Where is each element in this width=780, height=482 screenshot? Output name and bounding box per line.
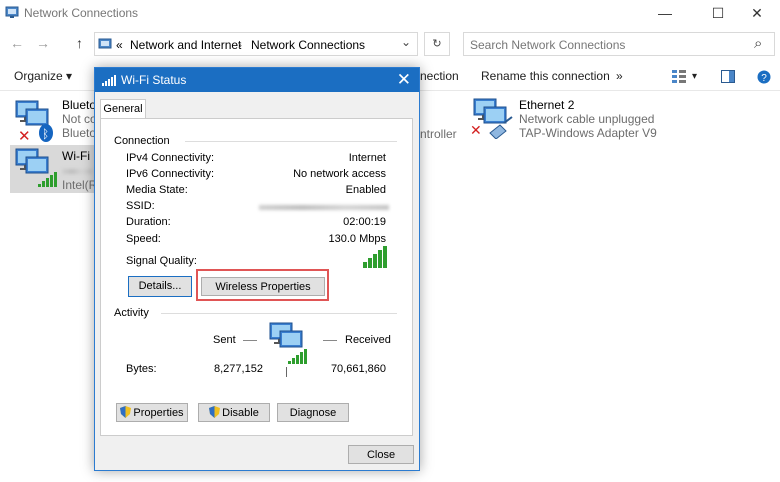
wifi-status-dialog: Wi-Fi Status ✕ General Connection IPv4 C… (94, 67, 420, 471)
bytes-received-value: 70,661,860 (330, 363, 386, 375)
minimize-button[interactable]: — (642, 0, 688, 26)
address-dropdown-icon[interactable]: ⌄ (401, 35, 411, 49)
close-window-button[interactable]: ✕ (734, 0, 780, 26)
preview-pane-icon[interactable] (721, 70, 735, 83)
ethernet-name: Ethernet 2 (519, 98, 575, 112)
address-row: ← → ↑ « Network and Internet › Network C… (0, 29, 780, 59)
ethernet-adapter-icon: ✕ (470, 98, 513, 139)
properties-button[interactable]: Properties (116, 403, 188, 422)
signal-icon (102, 75, 116, 86)
network-folder-icon (98, 38, 112, 49)
address-prefix[interactable]: « (116, 38, 123, 52)
partial-device-text: ntroller (420, 127, 457, 141)
search-placeholder: Search Network Connections (470, 38, 626, 52)
ipv4-label: IPv4 Connectivity: (126, 152, 215, 164)
address-bar[interactable]: « Network and Internet › Network Connect… (94, 32, 418, 56)
details-button[interactable]: Details... (128, 276, 192, 297)
bytes-label: Bytes: (126, 363, 157, 375)
view-dropdown-icon[interactable]: ▾ (692, 71, 697, 82)
connection-divider (185, 141, 397, 142)
svg-text:?: ? (761, 73, 767, 84)
dialog-close-icon[interactable]: ✕ (397, 70, 411, 90)
diagnose-button[interactable]: Diagnose (277, 403, 349, 422)
dialog-titlebar: Wi-Fi Status ✕ (95, 68, 419, 92)
view-options-icon[interactable] (672, 70, 686, 83)
properties-label: Properties (133, 407, 184, 419)
bytes-sent-value: 8,277,152 (214, 363, 263, 375)
refresh-button[interactable]: ↻ (424, 32, 450, 56)
rename-connection-button[interactable]: Rename this connection (481, 69, 610, 83)
ipv4-value: Internet (348, 152, 386, 164)
sent-line (243, 340, 257, 341)
up-button[interactable]: ↑ (76, 35, 83, 51)
bytes-divider (286, 367, 287, 377)
svg-text:✕: ✕ (470, 123, 482, 139)
received-line (323, 340, 337, 341)
activity-divider (161, 313, 397, 314)
ipv6-label: IPv6 Connectivity: (126, 168, 215, 180)
help-icon[interactable]: ? (757, 70, 771, 84)
signal-quality-label: Signal Quality: (126, 255, 197, 267)
wifi-adapter-icon (15, 148, 57, 187)
search-icon[interactable]: ⌕ (754, 35, 762, 52)
ethernet-device: TAP-Windows Adapter V9 (519, 126, 657, 140)
network-folder-icon (5, 6, 19, 18)
window-title: Network Connections (24, 6, 139, 20)
breadcrumb-network-and-internet[interactable]: Network and Internet (130, 38, 241, 52)
tab-general[interactable]: General (100, 99, 146, 119)
connection-command-partial[interactable]: nection (420, 69, 459, 83)
activity-heading: Activity (114, 307, 149, 319)
general-panel: Connection IPv4 Connectivity: Internet I… (100, 118, 413, 436)
back-button[interactable]: ← (10, 35, 24, 51)
sent-label: Sent (213, 334, 236, 346)
activity-computers-icon (269, 322, 307, 364)
breadcrumb-separator: › (238, 38, 242, 52)
connection-heading: Connection (114, 135, 170, 147)
duration-label: Duration: (126, 216, 171, 228)
bluetooth-status: Not co (62, 112, 97, 126)
close-button[interactable]: Close (348, 445, 414, 464)
svg-text:ᛒ: ᛒ (42, 127, 49, 141)
search-input[interactable]: Search Network Connections ⌕ (463, 32, 775, 56)
svg-text:✕: ✕ (18, 127, 31, 143)
bluetooth-device: Blueto (62, 126, 97, 140)
explorer-titlebar: Network Connections — ☐ ✕ (0, 0, 780, 26)
ethernet-status: Network cable unplugged (519, 112, 655, 126)
shield-icon (209, 406, 221, 418)
organize-menu[interactable]: Organize ▾ (14, 69, 72, 83)
bluetooth-adapter-icon: ✕ ᛒ (15, 100, 53, 143)
dialog-title: Wi-Fi Status (121, 73, 187, 87)
signal-quality-bars-icon (363, 246, 387, 268)
disable-button[interactable]: Disable (198, 403, 270, 422)
duration-value: 02:00:19 (343, 216, 386, 228)
speed-label: Speed: (126, 233, 161, 245)
speed-value: 130.0 Mbps (328, 233, 386, 245)
more-commands-button[interactable]: » (616, 69, 623, 83)
wifi-name: Wi-Fi (62, 149, 90, 163)
wireless-properties-button[interactable]: Wireless Properties (201, 277, 325, 296)
media-state-value: Enabled (345, 184, 386, 196)
ssid-label: SSID: (126, 200, 155, 212)
ipv6-value: No network access (293, 168, 386, 180)
disable-label: Disable (222, 407, 259, 419)
media-state-label: Media State: (126, 184, 188, 196)
wifi-device: Intel(R (62, 178, 98, 192)
forward-button[interactable]: → (36, 35, 50, 51)
received-label: Received (345, 334, 391, 346)
wifi-network-redacted (62, 169, 92, 174)
breadcrumb-network-connections[interactable]: Network Connections (251, 38, 365, 52)
ssid-value-redacted (259, 205, 389, 210)
shield-icon (120, 406, 132, 418)
